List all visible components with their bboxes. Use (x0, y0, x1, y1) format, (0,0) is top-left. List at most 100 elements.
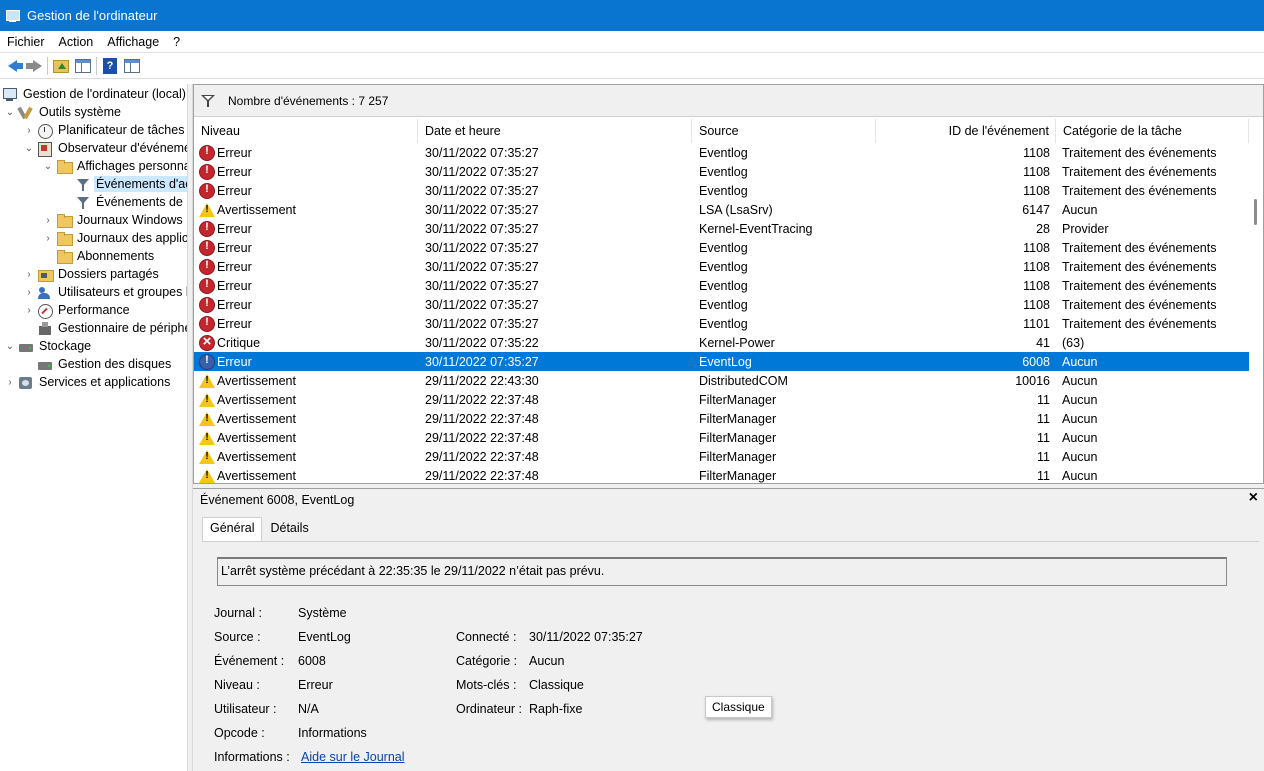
warning-icon (199, 392, 215, 408)
tree-item[interactable]: › Journaux des applic (42, 229, 187, 247)
event-level-cell: Avertissement (194, 449, 418, 465)
tree-item-label: Performance (58, 303, 130, 317)
column-header-category[interactable]: Catégorie de la tâche (1056, 119, 1249, 143)
event-date-cell: 30/11/2022 07:35:27 (425, 240, 539, 255)
chevron-down-icon[interactable]: ⌄ (42, 161, 54, 172)
chevron-right-icon[interactable]: › (23, 125, 35, 136)
chevron-right-icon[interactable]: › (42, 233, 54, 244)
tree-item[interactable]: › Utilisateurs et groupes l (23, 283, 187, 301)
error-icon (199, 239, 215, 256)
event-level-cell: Avertissement (194, 392, 418, 408)
back-button[interactable] (1, 55, 23, 77)
event-date-cell: 30/11/2022 07:35:27 (425, 316, 539, 331)
event-row[interactable]: Erreur 30/11/2022 07:35:27 Eventlog 1108 Tra… (194, 143, 1249, 162)
level-label: Niveau : (214, 678, 260, 692)
filter-icon (200, 94, 216, 108)
event-row[interactable]: Avertissement 29/11/2022 22:37:48 FilterMa… (194, 447, 1249, 466)
column-header-event-id[interactable]: ID de l'événement (876, 119, 1056, 143)
event-message[interactable]: L’arrêt système précédant à 22:35:35 le … (217, 557, 1227, 586)
chevron-right-icon[interactable]: › (23, 287, 35, 298)
tree-item[interactable]: › Dossiers partagés (23, 265, 161, 283)
event-row[interactable]: Avertissement 29/11/2022 22:37:48 FilterMa… (194, 428, 1249, 447)
event-row[interactable]: Critique 30/11/2022 07:35:22 Kernel-Power 4… (194, 333, 1249, 352)
tab-details[interactable]: Détails (262, 517, 316, 541)
menu-help[interactable]: ? (166, 35, 187, 49)
column-header-level[interactable]: Niveau (194, 119, 418, 143)
event-row[interactable]: Avertissement 29/11/2022 22:37:48 FilterMa… (194, 409, 1249, 428)
tree-item[interactable]: › Journaux Windows (42, 211, 185, 229)
chevron-right-icon[interactable]: › (23, 305, 35, 316)
events-pane: Nombre d'événements : 7 257 Niveau Date … (193, 84, 1264, 484)
event-level-text: Erreur (217, 354, 252, 369)
tree-item[interactable]: Gestionnaire de périphé (23, 319, 187, 337)
forward-button[interactable] (23, 55, 45, 77)
tree-item[interactable]: › Planificateur de tâches (23, 121, 186, 139)
event-row[interactable]: Avertissement 29/11/2022 22:37:48 FilterMa… (194, 466, 1249, 483)
chevron-right-icon[interactable]: › (23, 269, 35, 280)
tree-item[interactable]: Événements de l (61, 193, 187, 211)
event-row[interactable]: Erreur 30/11/2022 07:35:27 EventLog 6008 Auc… (194, 351, 1249, 372)
chevron-down-icon[interactable]: ⌄ (23, 143, 35, 154)
event-level-cell: Avertissement (194, 430, 418, 446)
event-row[interactable]: Erreur 30/11/2022 07:35:27 Eventlog 1108 Tra… (194, 295, 1249, 314)
event-category-cell: Traitement des événements (1062, 297, 1217, 312)
tree-item[interactable]: Gestion de l'ordinateur (local) (2, 85, 187, 103)
chevron-down-icon[interactable]: ⌄ (4, 107, 16, 118)
event-category-cell: Aucun (1062, 373, 1098, 388)
chevron-down-icon[interactable]: ⌄ (4, 341, 16, 352)
event-row[interactable]: Erreur 30/11/2022 07:35:27 Eventlog 1108 Tra… (194, 181, 1249, 200)
event-date-cell: 30/11/2022 07:35:27 (425, 278, 539, 293)
show-hide-console-tree-button[interactable] (72, 55, 94, 77)
tree-item[interactable]: Événements d'ac (61, 175, 187, 193)
chevron-right-icon[interactable]: › (4, 377, 16, 388)
tree-item[interactable]: ⌄ Outils système (4, 103, 123, 121)
tree-item[interactable]: ⌄ Stockage (4, 337, 93, 355)
tree-item[interactable]: Gestion des disques (23, 355, 173, 373)
tree-item[interactable]: ⌄ Observateur d'événeme (23, 139, 187, 157)
event-log-help-link[interactable]: Aide sur le Journal (301, 750, 405, 764)
column-header-source[interactable]: Source (692, 119, 876, 143)
event-category-cell: Traitement des événements (1062, 183, 1217, 198)
event-row[interactable]: Erreur 30/11/2022 07:35:27 Eventlog 1108 Tra… (194, 162, 1249, 181)
warning-icon (199, 468, 215, 484)
help-button[interactable]: ? (99, 55, 121, 77)
event-row[interactable]: Erreur 30/11/2022 07:35:27 Eventlog 1108 Tra… (194, 238, 1249, 257)
chevron-right-icon[interactable]: › (42, 215, 54, 226)
event-row[interactable]: Erreur 30/11/2022 07:35:27 Eventlog 1108 Tra… (194, 276, 1249, 295)
title-bar: Gestion de l'ordinateur (0, 0, 1264, 31)
event-date-cell: 30/11/2022 07:35:27 (425, 259, 539, 274)
console-tree[interactable]: Gestion de l'ordinateur (local) ⌄ Outils s… (0, 84, 187, 771)
tree-item[interactable]: › Services et applications (4, 373, 172, 391)
error-icon (199, 277, 215, 294)
event-row[interactable]: Erreur 30/11/2022 07:35:27 Eventlog 1108 Tra… (194, 257, 1249, 276)
tab-general[interactable]: Général (202, 517, 263, 541)
tree-item[interactable]: Abonnements (42, 247, 156, 265)
event-category-cell: Traitement des événements (1062, 164, 1217, 179)
close-icon[interactable]: × (1249, 489, 1258, 507)
event-row[interactable]: Avertissement 29/11/2022 22:43:30 Distribu… (194, 371, 1249, 390)
event-id-cell: 1108 (1023, 183, 1050, 198)
menu-fichier[interactable]: Fichier (0, 35, 52, 49)
column-header-date[interactable]: Date et heure (418, 119, 692, 143)
action-pane-button[interactable] (121, 55, 143, 77)
users-icon (37, 285, 53, 300)
scrollbar-thumb[interactable] (1254, 199, 1257, 225)
warning-icon (199, 449, 215, 465)
event-row[interactable]: Erreur 30/11/2022 07:35:27 Kernel-EventTra… (194, 219, 1249, 238)
events-table[interactable]: Erreur 30/11/2022 07:35:27 Eventlog 1108 Tra… (194, 143, 1249, 483)
event-row[interactable]: Avertissement 30/11/2022 07:35:27 LSA (Lsa… (194, 200, 1249, 219)
event-id-cell: 1108 (1023, 164, 1050, 179)
menu-action[interactable]: Action (52, 35, 101, 49)
event-date-cell: 29/11/2022 22:37:48 (425, 430, 539, 445)
event-row[interactable]: Avertissement 29/11/2022 22:37:48 FilterMa… (194, 390, 1249, 409)
event-level-text: Avertissement (217, 202, 296, 217)
event-row[interactable]: Erreur 30/11/2022 07:35:27 Eventlog 1101 Tra… (194, 314, 1249, 333)
error-icon (199, 315, 215, 332)
tree-item[interactable]: › Performance (23, 301, 132, 319)
up-folder-button[interactable] (50, 55, 72, 77)
tree-item[interactable]: ⌄ Affichages personna (42, 157, 187, 175)
filter-icon (75, 177, 91, 192)
events-scrollbar[interactable] (1249, 119, 1263, 483)
menu-affichage[interactable]: Affichage (100, 35, 166, 49)
event-category-cell: Traitement des événements (1062, 259, 1217, 274)
